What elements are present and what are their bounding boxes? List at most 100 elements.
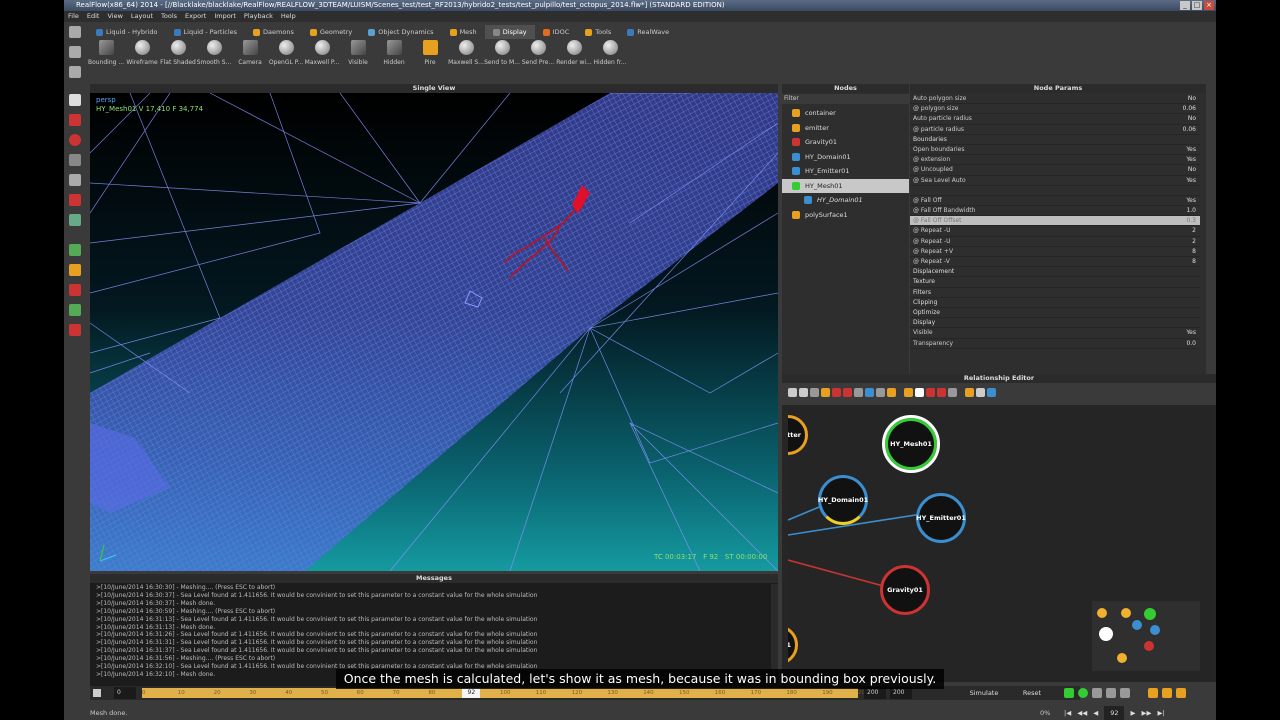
tool-maxwell-p[interactable]: Maxwell P...: [304, 40, 340, 78]
camera-tool-icon[interactable]: [69, 174, 81, 186]
tool-smooth-s[interactable]: Smooth S...: [196, 40, 232, 78]
axis-icon[interactable]: [69, 214, 81, 226]
param-value[interactable]: 8: [976, 247, 1200, 256]
param-value[interactable]: No: [976, 114, 1200, 123]
tool-b-icon[interactable]: [1162, 688, 1172, 698]
relation-tool-4-icon[interactable]: [832, 388, 841, 397]
section-filters[interactable]: Filters: [910, 288, 1200, 298]
param-value[interactable]: [976, 186, 1200, 195]
node-hy-mesh01[interactable]: HY_Mesh01: [782, 178, 909, 193]
tool-a-icon[interactable]: [1148, 688, 1158, 698]
node-polysurface1[interactable]: polySurface1: [782, 208, 909, 223]
relation-node-hy-emitter01[interactable]: HY_Emitter01: [916, 493, 966, 543]
relation-canvas[interactable]: emitter HY_Mesh01 HY_Domain01 HY_Emitter01 G…: [788, 405, 1212, 682]
simulate-button[interactable]: Simulate: [960, 686, 1008, 700]
tab-mesh[interactable]: Mesh: [442, 25, 485, 39]
param-value[interactable]: Yes: [976, 155, 1200, 164]
relation-tool-12-icon[interactable]: [926, 388, 935, 397]
viewport-canvas[interactable]: persp HY_Mesh01 V 17,410 F 34,774 TC 00:…: [90, 93, 778, 571]
section-display[interactable]: Display: [910, 318, 1200, 329]
menu-layout[interactable]: Layout: [131, 11, 153, 22]
param-row[interactable]: @ Repeat -U 2: [910, 237, 1200, 247]
last-frame-icon[interactable]: ▶|: [1157, 706, 1164, 720]
node-hy-domain01[interactable]: HY_Domain01: [782, 150, 909, 165]
param-value[interactable]: No: [976, 94, 1200, 103]
relation-tool-8-icon[interactable]: [876, 388, 885, 397]
section-texture[interactable]: Texture: [910, 277, 1200, 288]
play-icon[interactable]: ▶: [1130, 706, 1135, 720]
param-value[interactable]: Yes: [976, 328, 1200, 337]
tool-wireframe[interactable]: Wireframe: [124, 40, 160, 78]
play-sim-icon[interactable]: [1064, 688, 1074, 698]
param-value[interactable]: 0.06: [976, 125, 1200, 134]
param-row[interactable]: Open boundaries Yes: [910, 145, 1200, 156]
param-row[interactable]: @ Fall Off Offset 0.3: [910, 216, 1200, 227]
tool-maxwell-s[interactable]: Maxwell S...: [448, 40, 484, 78]
tab-idoc[interactable]: IDOC: [535, 25, 578, 39]
param-row[interactable]: @ Fall Off Yes: [910, 196, 1200, 207]
relation-tool-16-icon[interactable]: [976, 388, 985, 397]
param-row[interactable]: Transparency 0.0: [910, 339, 1200, 349]
back-icon[interactable]: ◀: [1093, 706, 1098, 720]
relation-node-hy-mesh01[interactable]: HY_Mesh01: [882, 415, 940, 473]
pencil-green-icon[interactable]: [69, 244, 81, 256]
lock-icon[interactable]: [93, 689, 101, 697]
frame-field[interactable]: 92: [1104, 706, 1125, 720]
reset-button[interactable]: Reset: [1012, 686, 1052, 700]
cache-icon[interactable]: [1078, 688, 1088, 698]
param-value[interactable]: 1.0: [976, 206, 1200, 215]
scale-icon[interactable]: [69, 154, 81, 166]
menu-edit[interactable]: Edit: [87, 11, 100, 22]
minimize-button[interactable]: _: [1180, 1, 1190, 10]
tool-camera[interactable]: Camera: [232, 40, 268, 78]
link-icon[interactable]: [69, 194, 81, 206]
tool-visible[interactable]: Visible: [340, 40, 376, 78]
param-row[interactable]: @ extension Yes: [910, 155, 1200, 166]
param-row[interactable]: @ polygon size 0.06: [910, 104, 1200, 115]
param-row[interactable]: Auto polygon size No: [910, 94, 1200, 105]
param-row[interactable]: Auto particle radius No: [910, 114, 1200, 125]
menu-view[interactable]: View: [107, 11, 122, 22]
relation-tool-1-icon[interactable]: [799, 388, 808, 397]
relation-node-gravity01[interactable]: Gravity01: [880, 565, 930, 615]
node-container[interactable]: container: [782, 106, 909, 121]
param-row[interactable]: @ Uncoupled No: [910, 165, 1200, 176]
open-scene-icon[interactable]: [69, 46, 81, 58]
tab-display[interactable]: Display: [484, 25, 535, 39]
param-value[interactable]: Yes: [976, 145, 1200, 154]
prev-frame-icon[interactable]: ◀◀: [1077, 706, 1087, 720]
menu-playback[interactable]: Playback: [244, 11, 273, 22]
rotate-icon[interactable]: [69, 134, 81, 146]
section-boundaries[interactable]: Boundaries: [910, 135, 1200, 145]
relation-tool-5-icon[interactable]: [843, 388, 852, 397]
minimap[interactable]: [1092, 601, 1200, 671]
relation-tool-2-icon[interactable]: [810, 388, 819, 397]
param-row[interactable]: Visible Yes: [910, 328, 1200, 339]
save-scene-icon[interactable]: [69, 66, 81, 78]
pencil-orange-icon[interactable]: [69, 264, 81, 276]
tab-tools[interactable]: Tools: [577, 25, 619, 39]
param-row[interactable]: @ particle radius 0.06: [910, 125, 1200, 135]
maximize-button[interactable]: □: [1192, 1, 1202, 10]
tool-render-wi[interactable]: Render wi...: [556, 40, 592, 78]
close-button[interactable]: ×: [1204, 1, 1214, 10]
relation-tool-7-icon[interactable]: [865, 388, 874, 397]
tool-flat-shaded[interactable]: Flat Shaded: [160, 40, 196, 78]
tab-realwave[interactable]: RealWave: [619, 25, 677, 39]
start-frame[interactable]: 0: [114, 687, 136, 699]
relation-tool-10-icon[interactable]: [904, 388, 913, 397]
tool-bounding[interactable]: Bounding ...: [88, 40, 124, 78]
timeline-current-marker[interactable]: 92: [462, 688, 481, 698]
menu-export[interactable]: Export: [185, 11, 206, 22]
save-red-icon[interactable]: [69, 324, 81, 336]
tool-hidden-fr[interactable]: Hidden fr...: [592, 40, 628, 78]
param-value[interactable]: Yes: [976, 176, 1200, 185]
tab-geometry[interactable]: Geometry: [302, 25, 360, 39]
param-value[interactable]: 0.06: [976, 104, 1200, 113]
menu-tools[interactable]: Tools: [161, 11, 177, 22]
step-icon[interactable]: [1092, 688, 1102, 698]
tool-send-to-m[interactable]: Send to M...: [484, 40, 520, 78]
relation-tool-14-icon[interactable]: [948, 388, 957, 397]
node-hy-emitter01[interactable]: HY_Emitter01: [782, 164, 909, 179]
relation-tool-11-icon[interactable]: [915, 388, 924, 397]
